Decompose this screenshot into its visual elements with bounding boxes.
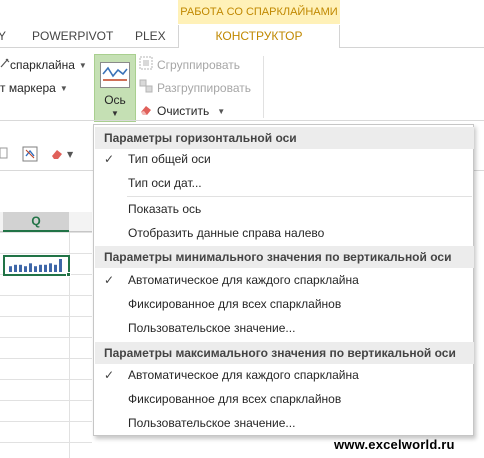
axis-button-label: Ось <box>104 93 126 107</box>
menu-item[interactable]: Фиксированное для всех спарклайнов <box>95 388 474 410</box>
sparkline-bar <box>19 264 22 272</box>
toolbar-icon-partial <box>0 146 8 160</box>
menu-item-label: Тип общей оси <box>128 152 211 166</box>
edit-data-icon <box>0 55 10 75</box>
chevron-down-icon: ▼ <box>78 61 87 70</box>
ungroup-button[interactable]: Разгруппировать <box>139 78 251 98</box>
chevron-down-icon: ▼ <box>111 109 119 118</box>
menu-section-header: Параметры горизонтальной оси <box>95 127 474 149</box>
axis-options-menu: Параметры горизонтальной оси ✓ Тип общей о… <box>93 124 474 436</box>
sparkline-data-button[interactable]: спарклайна ▼ <box>0 55 87 75</box>
menu-item[interactable]: ✓ Автоматическое для каждого спарклайна <box>95 364 474 386</box>
ungroup-icon <box>139 79 153 99</box>
menu-item[interactable]: Отобразить данные справа налево <box>95 222 474 244</box>
selected-sparkline-cell[interactable] <box>3 255 70 276</box>
menu-item-label: Автоматическое для каждого спарклайна <box>128 368 359 382</box>
sparkline-chart <box>9 259 62 272</box>
sparkline-bar <box>29 263 32 272</box>
sparkline-bar <box>14 264 17 272</box>
sparkline-bar <box>59 259 62 272</box>
checkmark-icon: ✓ <box>104 368 115 382</box>
worksheet-grid[interactable] <box>0 212 92 458</box>
menu-item[interactable]: ✓ Тип общей оси <box>95 148 474 170</box>
menu-separator <box>127 196 472 197</box>
column-header-q[interactable]: Q <box>3 212 69 232</box>
refresh-data-icon[interactable] <box>22 146 38 162</box>
group-button[interactable]: Сгруппировать <box>139 55 240 75</box>
menu-item[interactable]: Фиксированное для всех спарклайнов <box>95 293 474 315</box>
menu-item-label: Показать ось <box>128 202 202 216</box>
site-watermark: www.excelworld.ru <box>334 437 455 452</box>
clear-label: Очистить <box>157 104 210 118</box>
ungroup-label: Разгруппировать <box>157 81 252 95</box>
checkmark-icon: ✓ <box>104 152 115 166</box>
axis-chart-icon <box>100 62 130 88</box>
menu-item-label: Пользовательское значение... <box>128 416 296 430</box>
menu-item[interactable]: Показать ось <box>95 198 474 220</box>
sparkline-bar <box>24 266 27 272</box>
ribbon-tab-row: РАБОТА СО СПАРКЛАЙНАМИ Y POWERPIVOT PLEX… <box>0 0 484 48</box>
menu-item-label: Фиксированное для всех спарклайнов <box>128 297 342 311</box>
marker-color-button[interactable]: т маркера ▼ <box>0 78 68 98</box>
clear-format-icon[interactable]: ▼ <box>50 147 78 161</box>
chevron-down-icon: ▼ <box>217 107 226 116</box>
checkmark-icon: ✓ <box>104 273 115 287</box>
tab-view-partial[interactable]: Y <box>0 25 6 48</box>
menu-item[interactable]: Пользовательское значение... <box>95 317 474 339</box>
sparkline-data-label: спарклайна <box>10 58 75 72</box>
svg-text:▼: ▼ <box>67 150 74 159</box>
menu-item[interactable]: ✓ Автоматическое для каждого спарклайна <box>95 269 474 291</box>
group-icon <box>139 56 153 76</box>
eraser-icon <box>139 102 153 122</box>
sparkline-bar <box>39 264 42 272</box>
chevron-down-icon: ▼ <box>59 84 68 93</box>
ribbon-bottom-border <box>0 120 484 121</box>
tab-powerpivot[interactable]: POWERPIVOT <box>32 25 113 48</box>
tab-plex[interactable]: PLEX <box>135 25 166 48</box>
menu-item[interactable]: Пользовательское значение... <box>95 412 474 434</box>
menu-item-label: Автоматическое для каждого спарклайна <box>128 273 359 287</box>
group-label: Сгруппировать <box>157 58 241 72</box>
sparkline-bar <box>54 264 57 272</box>
menu-item-label: Пользовательское значение... <box>128 321 296 335</box>
contextual-tab-group-label: РАБОТА СО СПАРКЛАЙНАМИ <box>178 0 340 24</box>
marker-color-label: т маркера <box>0 81 56 95</box>
menu-item[interactable]: Тип оси дат... <box>95 172 474 194</box>
menu-section-header: Параметры минимального значения по верти… <box>95 246 474 268</box>
sparkline-bar <box>9 266 12 272</box>
clear-button[interactable]: Очистить ▼ <box>139 101 225 121</box>
tab-design[interactable]: КОНСТРУКТОР <box>178 25 340 48</box>
menu-section-header: Параметры максимального значения по верт… <box>95 342 474 364</box>
sparkline-bar <box>44 264 47 272</box>
menu-item-label: Фиксированное для всех спарклайнов <box>128 392 342 406</box>
menu-item-label: Тип оси дат... <box>128 176 202 190</box>
menu-item-label: Отобразить данные справа налево <box>128 226 325 240</box>
sparkline-bar <box>34 266 37 272</box>
sparkline-bar <box>49 263 52 272</box>
fill-handle[interactable] <box>66 272 71 277</box>
axis-button[interactable]: Ось ▼ <box>94 54 136 122</box>
ribbon-group-separator <box>263 56 264 118</box>
